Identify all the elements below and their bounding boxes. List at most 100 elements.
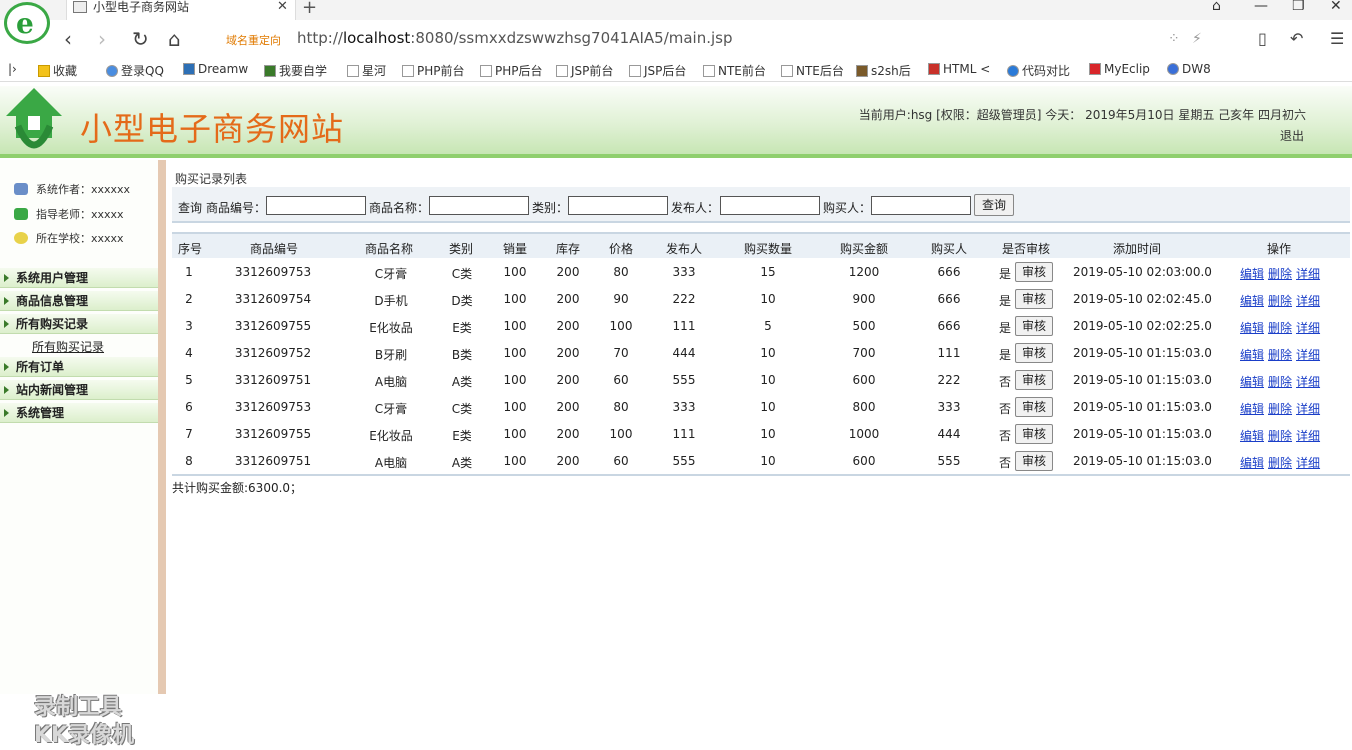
apps-icon[interactable]: ⁘ — [1168, 28, 1180, 50]
sidebar-group-users[interactable]: 系统用户管理 — [0, 268, 158, 288]
browser-tab[interactable]: 小型电子商务网站 ✕ — [66, 0, 296, 20]
added-time-cell: 2019-05-10 01:15:03.0 — [1073, 427, 1212, 441]
query-button[interactable]: 查询 — [974, 194, 1014, 216]
navigation-bar: ‹ › ↻ ⌂ 域名重定向 http://localhost:8080/ssmx… — [0, 24, 1352, 54]
detail-link[interactable]: 详细 — [1296, 375, 1320, 389]
detail-link[interactable]: 详细 — [1296, 267, 1320, 281]
logout-link[interactable]: 退出 — [1280, 127, 1304, 144]
sidebar-group-products[interactable]: 商品信息管理 — [0, 291, 158, 311]
sidebar-resize-handle[interactable] — [158, 160, 166, 694]
detail-link[interactable]: 详细 — [1296, 348, 1320, 362]
edit-link[interactable]: 编辑 — [1240, 267, 1264, 281]
reading-icon[interactable]: ▯ — [1258, 28, 1267, 50]
sidebar-group-purchases[interactable]: 所有购买记录 — [0, 314, 158, 334]
lightning-icon[interactable]: ⚡ — [1192, 28, 1202, 50]
row-index-cell: 3 — [185, 319, 193, 333]
bookmark-item[interactable]: MyEclip — [1089, 62, 1150, 76]
audit-button[interactable]: 审核 — [1015, 451, 1053, 471]
audit-button[interactable]: 审核 — [1015, 424, 1053, 444]
sidebar-item-all-purchases[interactable]: 所有购买记录 — [32, 338, 104, 355]
bookmark-item[interactable]: PHP后台 — [480, 62, 543, 79]
address-bar[interactable]: http://localhost:8080/ssmxxdzswwzhsg7041… — [297, 29, 733, 47]
bookmark-item[interactable]: NTE前台 — [703, 62, 766, 79]
product-name-cell: E化妆品 — [369, 429, 413, 443]
category-input[interactable] — [568, 196, 668, 215]
product-code-cell: 3312609753 — [234, 400, 312, 414]
stock-cell: 200 — [556, 292, 580, 306]
bookmark-item[interactable]: Dreamw — [183, 62, 248, 76]
audit-button[interactable]: 审核 — [1015, 262, 1053, 282]
restore-icon[interactable]: ❐ — [1292, 0, 1305, 14]
minimize-icon[interactable]: — — [1254, 0, 1268, 14]
edit-link[interactable]: 编辑 — [1240, 375, 1264, 389]
edit-link[interactable]: 编辑 — [1240, 294, 1264, 308]
delete-link[interactable]: 删除 — [1268, 375, 1292, 389]
price-cell: 60 — [613, 454, 629, 468]
bookmark-item[interactable]: 星河 — [347, 62, 386, 79]
new-tab-icon[interactable]: + — [302, 0, 317, 18]
audit-button[interactable]: 审核 — [1015, 316, 1053, 336]
detail-link[interactable]: 详细 — [1296, 402, 1320, 416]
product-name-input[interactable] — [429, 196, 529, 215]
detail-link[interactable]: 详细 — [1296, 429, 1320, 443]
home-icon[interactable]: ⌂ — [168, 28, 181, 50]
product-code-input[interactable] — [266, 196, 366, 215]
row-actions: 编辑 删除 详细 — [1240, 373, 1324, 390]
stock-cell: 200 — [556, 319, 580, 333]
column-header: 类别 — [449, 242, 474, 256]
detail-link[interactable]: 详细 — [1296, 321, 1320, 335]
bookmark-item[interactable]: s2sh后 — [856, 62, 911, 79]
edit-link[interactable]: 编辑 — [1240, 429, 1264, 443]
category-cell: B类 — [451, 348, 473, 362]
sidebar-group-orders[interactable]: 所有订单 — [0, 357, 158, 377]
bookmark-item[interactable]: NTE后台 — [781, 62, 844, 79]
bookmark-item[interactable]: JSP后台 — [629, 62, 686, 79]
edit-link[interactable]: 编辑 — [1240, 321, 1264, 335]
table-row: 2 3312609754 D手机 D类 100 200 90 222 10 900 666 是 2019… — [172, 287, 1350, 314]
bookmark-item[interactable]: PHP前台 — [402, 62, 465, 79]
close-tab-icon[interactable]: ✕ — [277, 0, 288, 14]
row-actions: 编辑 删除 详细 — [1240, 454, 1324, 471]
column-header: 商品编号 — [250, 242, 299, 256]
site-logo-icon — [6, 88, 62, 149]
bookmark-item[interactable]: 我要自学 — [264, 62, 327, 79]
menu-icon[interactable]: ☰ — [1330, 28, 1344, 50]
audit-button[interactable]: 审核 — [1015, 370, 1053, 390]
sidebar-school: 所在学校：xxxxx — [14, 230, 124, 246]
edit-link[interactable]: 编辑 — [1240, 348, 1264, 362]
edit-link[interactable]: 编辑 — [1240, 402, 1264, 416]
delete-link[interactable]: 删除 — [1268, 267, 1292, 281]
edit-link[interactable]: 编辑 — [1240, 456, 1264, 470]
forward-icon[interactable]: › — [98, 28, 106, 50]
audit-button[interactable]: 审核 — [1015, 289, 1053, 309]
delete-link[interactable]: 删除 — [1268, 429, 1292, 443]
undo-icon[interactable]: ↶ — [1290, 28, 1303, 50]
bookmark-item[interactable]: 收藏 — [38, 62, 77, 79]
added-time-cell: 2019-05-10 01:15:03.0 — [1073, 400, 1212, 414]
close-window-icon[interactable]: ✕ — [1330, 0, 1342, 14]
delete-link[interactable]: 删除 — [1268, 321, 1292, 335]
sidebar-toggle-icon[interactable]: |› — [8, 62, 17, 76]
detail-link[interactable]: 详细 — [1296, 294, 1320, 308]
detail-link[interactable]: 详细 — [1296, 456, 1320, 470]
pin-icon[interactable]: ⌂ — [1212, 0, 1221, 14]
bookmark-item[interactable]: JSP前台 — [556, 62, 613, 79]
back-icon[interactable]: ‹ — [64, 28, 72, 50]
sidebar-group-news[interactable]: 站内新闻管理 — [0, 380, 158, 400]
column-header: 是否审核 — [1002, 242, 1051, 256]
bookmark-item[interactable]: 登录QQ — [106, 62, 164, 79]
delete-link[interactable]: 删除 — [1268, 402, 1292, 416]
audit-button[interactable]: 审核 — [1015, 343, 1053, 363]
sidebar-group-system[interactable]: 系统管理 — [0, 403, 158, 423]
delete-link[interactable]: 删除 — [1268, 294, 1292, 308]
publisher-input[interactable] — [720, 196, 820, 215]
delete-link[interactable]: 删除 — [1268, 348, 1292, 362]
search-label-buyer: 购买人： — [823, 201, 872, 215]
bookmark-item[interactable]: HTML < — [928, 62, 990, 76]
audit-button[interactable]: 审核 — [1015, 397, 1053, 417]
buyer-input[interactable] — [871, 196, 971, 215]
bookmark-item[interactable]: DW8 — [1167, 62, 1211, 76]
reload-icon[interactable]: ↻ — [132, 28, 149, 50]
bookmark-item[interactable]: 代码对比 — [1007, 62, 1070, 79]
delete-link[interactable]: 删除 — [1268, 456, 1292, 470]
